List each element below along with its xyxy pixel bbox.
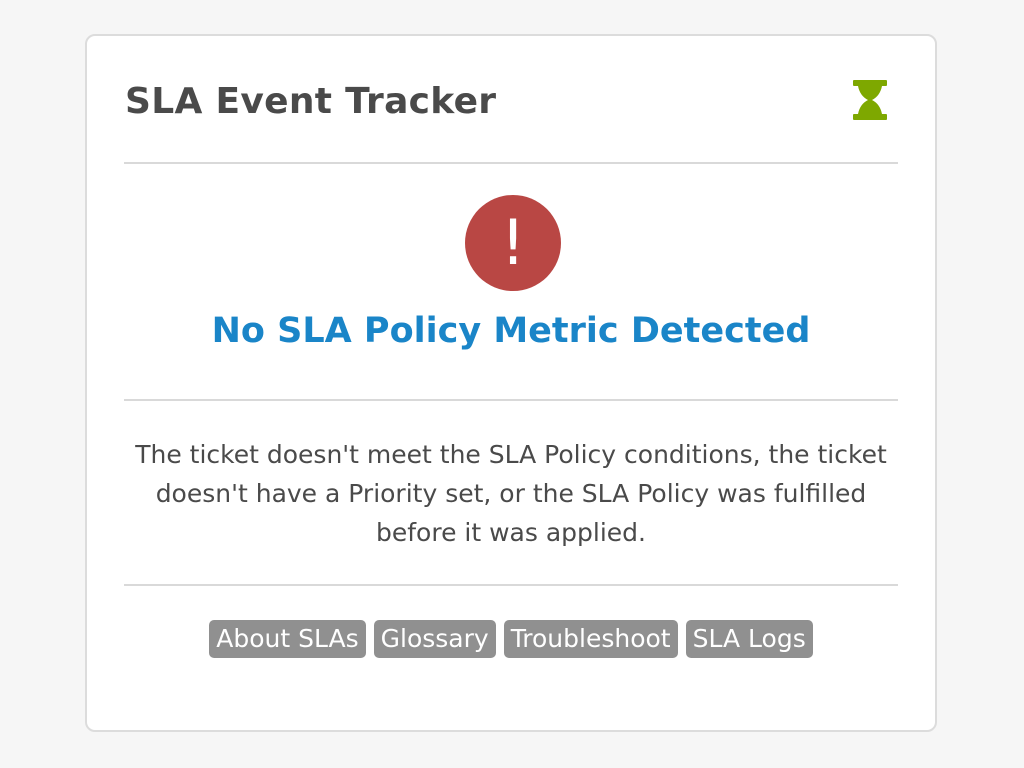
sla-event-tracker-widget: SLA Event Tracker ! No SLA Policy Metric… xyxy=(85,34,937,732)
about-slas-button[interactable]: About SLAs xyxy=(209,620,366,658)
hourglass-icon[interactable] xyxy=(853,80,887,120)
troubleshoot-button[interactable]: Troubleshoot xyxy=(503,620,678,658)
status-title: No SLA Policy Metric Detected xyxy=(211,311,811,351)
sla-logs-button[interactable]: SLA Logs xyxy=(685,620,813,658)
help-links: About SLAs Glossary Troubleshoot SLA Logs xyxy=(87,620,935,658)
header-divider xyxy=(124,162,898,164)
widget-title: SLA Event Tracker xyxy=(125,81,497,122)
status-description: The ticket doesn't meet the SLA Policy c… xyxy=(135,440,887,547)
glossary-button[interactable]: Glossary xyxy=(373,620,496,658)
exclamation-icon: ! xyxy=(465,195,561,291)
footer-divider xyxy=(124,584,898,586)
widget-header: SLA Event Tracker xyxy=(125,78,897,126)
status-divider xyxy=(124,399,898,401)
